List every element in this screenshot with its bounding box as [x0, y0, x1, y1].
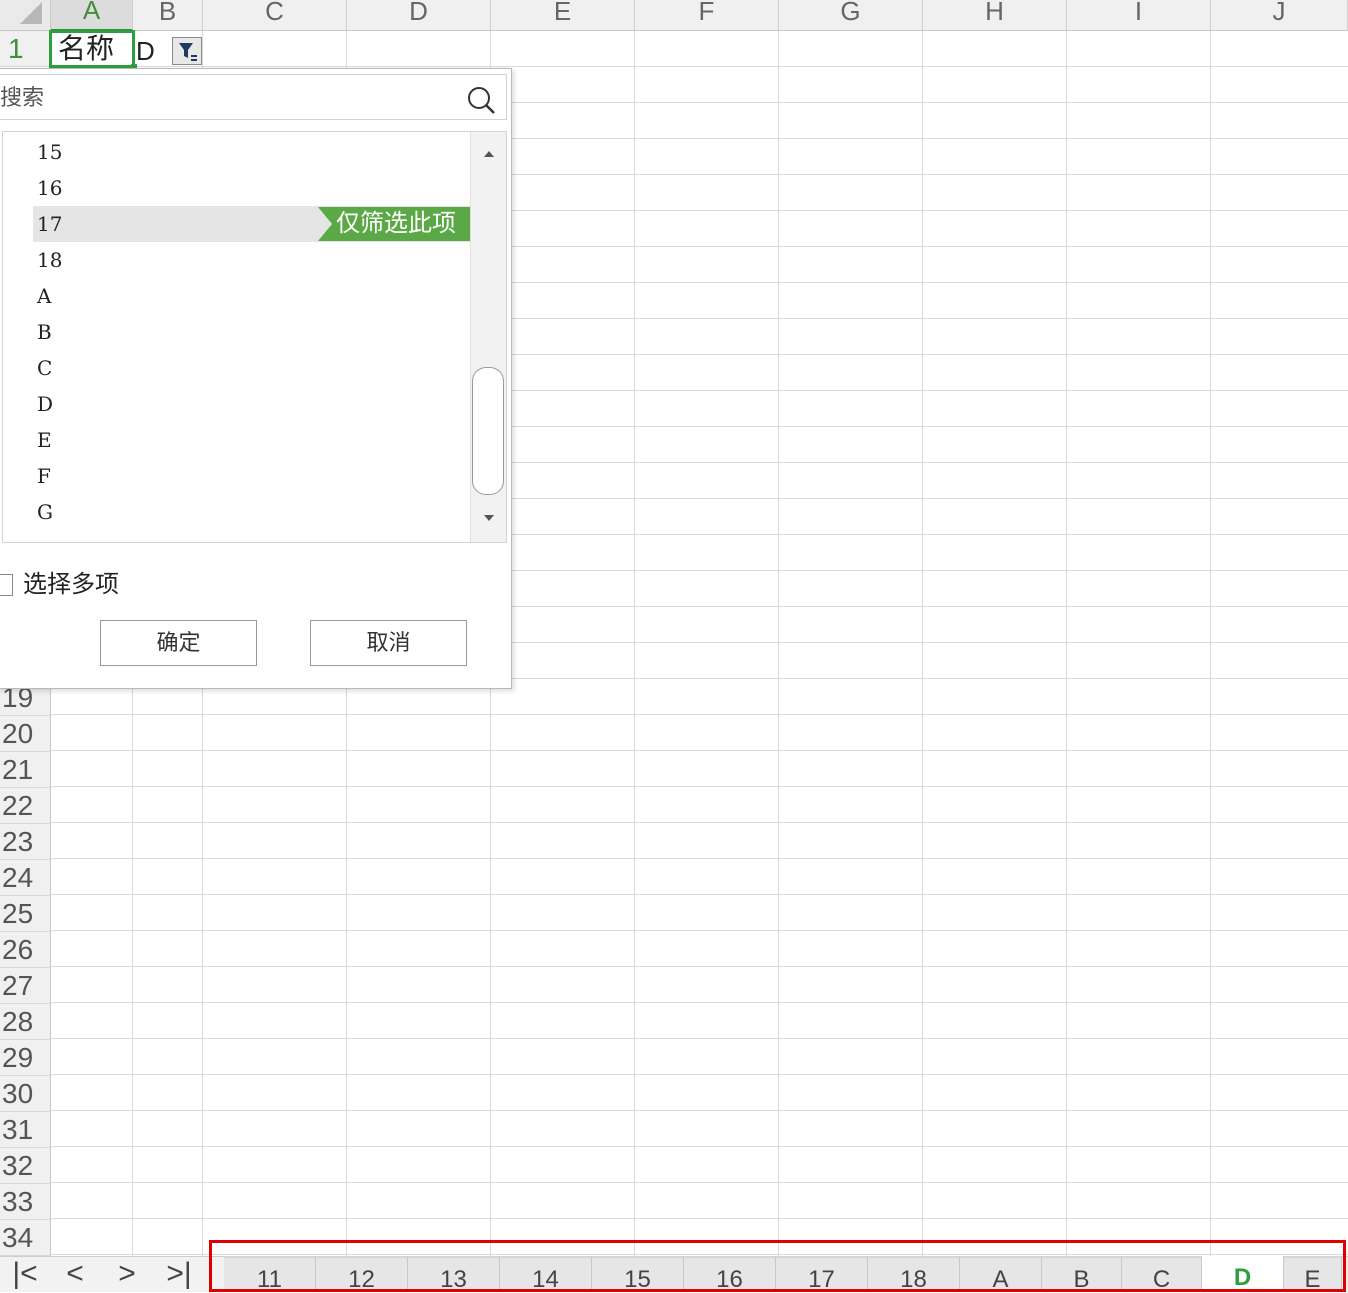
- row-gridline: [51, 1182, 1348, 1183]
- search-box: [0, 74, 507, 121]
- first-sheet-button[interactable]: |<: [2, 1257, 48, 1293]
- column-header-a[interactable]: A: [51, 0, 133, 31]
- row-gridline: [51, 894, 1348, 895]
- row-header-28[interactable]: 28: [0, 1004, 51, 1040]
- row-header-1[interactable]: 1: [0, 31, 51, 67]
- list-item[interactable]: E: [33, 422, 470, 458]
- row-gridline: [51, 714, 1348, 715]
- row-header-24[interactable]: 24: [0, 860, 51, 896]
- list-item[interactable]: 18: [33, 242, 470, 278]
- list-item[interactable]: 16: [33, 170, 470, 206]
- row-gridline: [51, 1038, 1348, 1039]
- row-gridline: [51, 858, 1348, 859]
- row-header-25[interactable]: 25: [0, 896, 51, 932]
- filter-dropdown-button[interactable]: [172, 37, 202, 65]
- row-gridline: [51, 1074, 1348, 1075]
- row-header-34[interactable]: 34: [0, 1220, 51, 1256]
- list-scrollbar[interactable]: [470, 132, 506, 542]
- search-icon[interactable]: [466, 85, 496, 115]
- row-gridline: [51, 1218, 1348, 1219]
- list-item[interactable]: C: [33, 350, 470, 386]
- column-header-b[interactable]: B: [133, 0, 203, 31]
- row-header-29[interactable]: 29: [0, 1040, 51, 1076]
- cancel-button[interactable]: 取消: [310, 620, 467, 666]
- column-header-g[interactable]: G: [779, 0, 923, 31]
- list-item[interactable]: G: [33, 494, 470, 530]
- column-header-f[interactable]: F: [635, 0, 779, 31]
- row-header-31[interactable]: 31: [0, 1112, 51, 1148]
- last-sheet-button[interactable]: >|: [156, 1257, 202, 1293]
- scroll-up-arrow-icon[interactable]: [471, 144, 507, 164]
- ok-button[interactable]: 确定: [100, 620, 257, 666]
- row-gridline: [51, 1110, 1348, 1111]
- scroll-thumb[interactable]: [472, 367, 504, 495]
- list-item-hovered[interactable]: 17 仅筛选此项: [33, 206, 470, 242]
- cell-b1[interactable]: D: [136, 34, 155, 68]
- row-gridline: [51, 930, 1348, 931]
- list-item-label: 17: [37, 212, 63, 236]
- row-header-23[interactable]: 23: [0, 824, 51, 860]
- column-header-h[interactable]: H: [923, 0, 1067, 31]
- row-gridline: [51, 966, 1348, 967]
- filter-value-list[interactable]: 15 16 17 仅筛选此项 18 A B C D E F G: [2, 131, 507, 543]
- row-header-22[interactable]: 22: [0, 788, 51, 824]
- filter-icon: [179, 43, 197, 61]
- select-multiple-checkbox[interactable]: [0, 574, 13, 596]
- select-all-corner[interactable]: [0, 0, 51, 31]
- filter-dropdown-panel: 15 16 17 仅筛选此项 18 A B C D E F G 选择多项 确定 …: [0, 68, 512, 689]
- column-header-i[interactable]: I: [1067, 0, 1211, 31]
- row-header-33[interactable]: 33: [0, 1184, 51, 1220]
- prev-sheet-button[interactable]: <: [52, 1257, 98, 1293]
- column-header-j[interactable]: J: [1211, 0, 1348, 31]
- column-header-e[interactable]: E: [491, 0, 635, 31]
- column-header-c[interactable]: C: [203, 0, 347, 31]
- select-multiple-label[interactable]: 选择多项: [23, 569, 119, 601]
- row-gridline: [51, 750, 1348, 751]
- row-header-21[interactable]: 21: [0, 752, 51, 788]
- row-gridline: [51, 66, 1348, 67]
- cell-a1-selected[interactable]: 名称: [49, 30, 137, 70]
- row-header-32[interactable]: 32: [0, 1148, 51, 1184]
- list-item[interactable]: B: [33, 314, 470, 350]
- row-header-20[interactable]: 20: [0, 716, 51, 752]
- scroll-down-arrow-icon[interactable]: [471, 508, 507, 528]
- list-item[interactable]: D: [33, 386, 470, 422]
- search-input[interactable]: [0, 75, 452, 121]
- list-item[interactable]: 15: [33, 134, 470, 170]
- row-gridline: [51, 1002, 1348, 1003]
- row-header-27[interactable]: 27: [0, 968, 51, 1004]
- row-header-30[interactable]: 30: [0, 1076, 51, 1112]
- list-item[interactable]: F: [33, 458, 470, 494]
- sheet-tabs-highlight-box: [209, 1240, 1346, 1292]
- list-item[interactable]: A: [33, 278, 470, 314]
- row-header-26[interactable]: 26: [0, 932, 51, 968]
- row-gridline: [51, 786, 1348, 787]
- row-gridline: [51, 822, 1348, 823]
- column-header-d[interactable]: D: [347, 0, 491, 31]
- only-filter-this-button[interactable]: 仅筛选此项: [318, 207, 470, 241]
- next-sheet-button[interactable]: >: [104, 1257, 150, 1293]
- row-gridline: [51, 1146, 1348, 1147]
